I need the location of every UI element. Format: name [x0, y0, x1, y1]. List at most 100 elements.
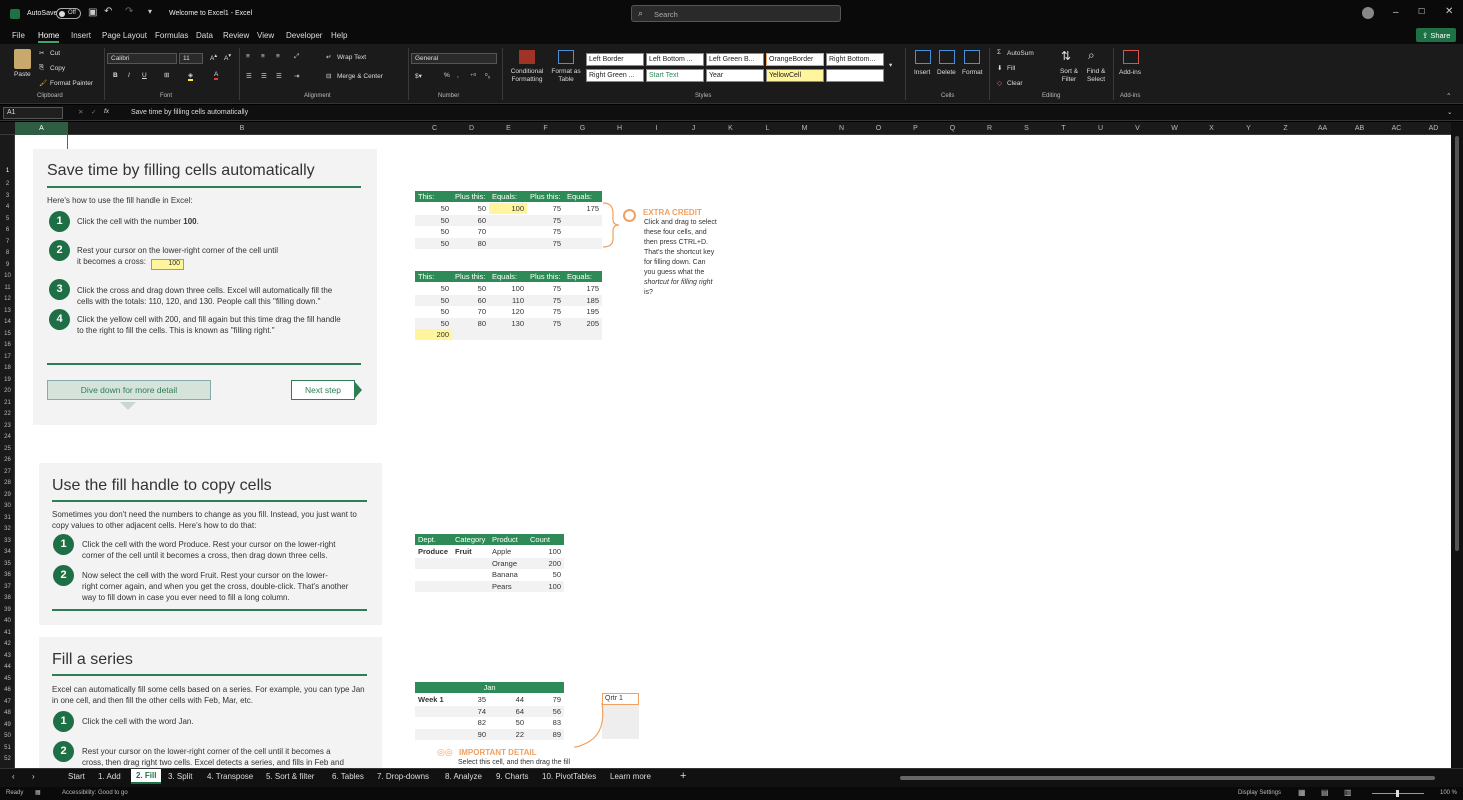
- table-cell[interactable]: 100: [489, 203, 527, 214]
- table-cell[interactable]: 50: [527, 569, 564, 580]
- sheet-tab-split[interactable]: 3. Split: [168, 772, 192, 781]
- delete-cells-icon[interactable]: [939, 50, 955, 64]
- sheet-tab-tables[interactable]: 6. Tables: [332, 772, 364, 781]
- row-header[interactable]: 30: [0, 503, 14, 509]
- table-cell[interactable]: 50: [415, 317, 452, 329]
- font-name-select[interactable]: Calibri: [107, 53, 177, 64]
- insert-cells-icon[interactable]: [915, 50, 931, 64]
- row-header[interactable]: 38: [0, 595, 14, 601]
- column-header[interactable]: J: [675, 125, 712, 132]
- row-header[interactable]: 11: [0, 285, 14, 291]
- format-cells-icon[interactable]: [964, 50, 980, 64]
- table-cell[interactable]: [415, 557, 452, 569]
- style-right-green[interactable]: Right Green ...: [586, 69, 644, 82]
- column-header[interactable]: U: [1082, 125, 1119, 132]
- sheet-tab-transpose[interactable]: 4. Transpose: [207, 772, 253, 781]
- table-cell[interactable]: 75: [527, 317, 564, 329]
- normal-view-icon[interactable]: ▦: [1298, 788, 1306, 797]
- sheet-tab-charts[interactable]: 9. Charts: [496, 772, 528, 781]
- table-cell[interactable]: [489, 226, 527, 237]
- increase-decimal-icon[interactable]: ⁺⁰: [470, 72, 476, 80]
- table-cell[interactable]: 100: [489, 283, 527, 294]
- align-bottom-icon[interactable]: ≡: [276, 53, 280, 60]
- display-settings-button[interactable]: Display Settings: [1238, 790, 1281, 796]
- table-cell[interactable]: 75: [527, 306, 564, 317]
- column-header[interactable]: A: [15, 122, 68, 135]
- table-cell[interactable]: 50: [415, 283, 452, 294]
- sheet-tab-analyze[interactable]: 8. Analyze: [445, 772, 482, 781]
- row-header[interactable]: 45: [0, 676, 14, 682]
- conditional-formatting-button[interactable]: Conditional Formatting: [506, 68, 548, 84]
- table-cell[interactable]: 60: [452, 294, 489, 306]
- table-cell[interactable]: [415, 569, 452, 580]
- tab-formulas[interactable]: Formulas: [155, 31, 188, 40]
- italic-icon[interactable]: I: [128, 72, 130, 79]
- table-cell[interactable]: 50: [415, 237, 452, 249]
- table-cell[interactable]: [489, 214, 527, 226]
- tab-developer[interactable]: Developer: [286, 31, 322, 40]
- column-header[interactable]: S: [1008, 125, 1045, 132]
- vertical-scrollbar[interactable]: [1451, 122, 1463, 768]
- enter-icon[interactable]: ✓: [91, 108, 96, 116]
- undo-icon[interactable]: ↶: [104, 6, 112, 17]
- column-header[interactable]: D: [453, 125, 490, 132]
- styles-more-icon[interactable]: ▾: [889, 61, 892, 69]
- font-color-icon[interactable]: A: [214, 71, 219, 80]
- table-cell[interactable]: 200: [527, 557, 564, 569]
- delete-cells-button[interactable]: Delete: [937, 69, 956, 76]
- customize-qat-icon[interactable]: ▾: [148, 7, 152, 16]
- column-header[interactable]: N: [823, 125, 860, 132]
- column-header[interactable]: O: [860, 125, 897, 132]
- row-header[interactable]: 6: [0, 227, 14, 233]
- tab-review[interactable]: Review: [223, 31, 249, 40]
- merge-center-button[interactable]: Merge & Center: [337, 73, 383, 80]
- row-header[interactable]: 14: [0, 319, 14, 325]
- table-cell[interactable]: 100: [527, 580, 564, 592]
- table-cell[interactable]: 75: [527, 237, 564, 249]
- column-header[interactable]: M: [786, 125, 823, 132]
- row-header[interactable]: 12: [0, 296, 14, 302]
- column-header[interactable]: V: [1119, 125, 1156, 132]
- name-box[interactable]: A1: [3, 107, 63, 119]
- row-header[interactable]: 8: [0, 250, 14, 256]
- tab-home[interactable]: Home: [38, 31, 60, 43]
- table-cell[interactable]: 50: [415, 294, 452, 306]
- tab-page-layout[interactable]: Page Layout: [102, 31, 147, 40]
- table-cell[interactable]: [415, 717, 452, 728]
- row-header[interactable]: 5: [0, 216, 14, 222]
- row-header[interactable]: 9: [0, 262, 14, 268]
- table-cell[interactable]: 50: [452, 203, 489, 214]
- expand-formula-icon[interactable]: ⌄: [1447, 108, 1452, 116]
- column-header[interactable]: H: [601, 125, 638, 132]
- row-header[interactable]: 25: [0, 446, 14, 452]
- orientation-icon[interactable]: ⤢: [294, 53, 299, 61]
- column-header[interactable]: W: [1156, 125, 1193, 132]
- column-header[interactable]: AD: [1415, 125, 1452, 132]
- number-format-select[interactable]: General: [411, 53, 497, 64]
- table-cell[interactable]: 50: [489, 717, 527, 728]
- decrease-decimal-icon[interactable]: ⁰₀: [485, 72, 490, 80]
- tab-help[interactable]: Help: [331, 31, 347, 40]
- column-header[interactable]: F: [527, 125, 564, 132]
- tab-file[interactable]: File: [12, 31, 25, 40]
- paste-icon[interactable]: [14, 49, 31, 69]
- table-cell[interactable]: 50: [452, 283, 489, 294]
- row-header[interactable]: 10: [0, 273, 14, 279]
- find-select-button[interactable]: Find & Select: [1082, 68, 1110, 84]
- share-button[interactable]: ⇪ Share: [1416, 28, 1456, 42]
- sheet-tab-fill[interactable]: 2. Fill: [131, 769, 162, 784]
- avatar[interactable]: [1362, 7, 1374, 19]
- table-cell[interactable]: 175: [564, 203, 602, 214]
- table-cell[interactable]: 50: [415, 226, 452, 237]
- table-cell[interactable]: 205: [564, 317, 602, 329]
- style-orange-border[interactable]: OrangeBorder: [766, 53, 824, 66]
- row-header[interactable]: 22: [0, 411, 14, 417]
- row-header[interactable]: 36: [0, 572, 14, 578]
- sheet-tab-learn-more[interactable]: Learn more: [610, 772, 651, 781]
- column-header[interactable]: AB: [1341, 125, 1378, 132]
- minimize-icon[interactable]: –: [1393, 7, 1399, 18]
- tab-data[interactable]: Data: [196, 31, 213, 40]
- collapse-ribbon-icon[interactable]: ⌃: [1446, 92, 1451, 100]
- table-cell[interactable]: 22: [489, 728, 527, 740]
- page-layout-view-icon[interactable]: ▤: [1321, 788, 1329, 797]
